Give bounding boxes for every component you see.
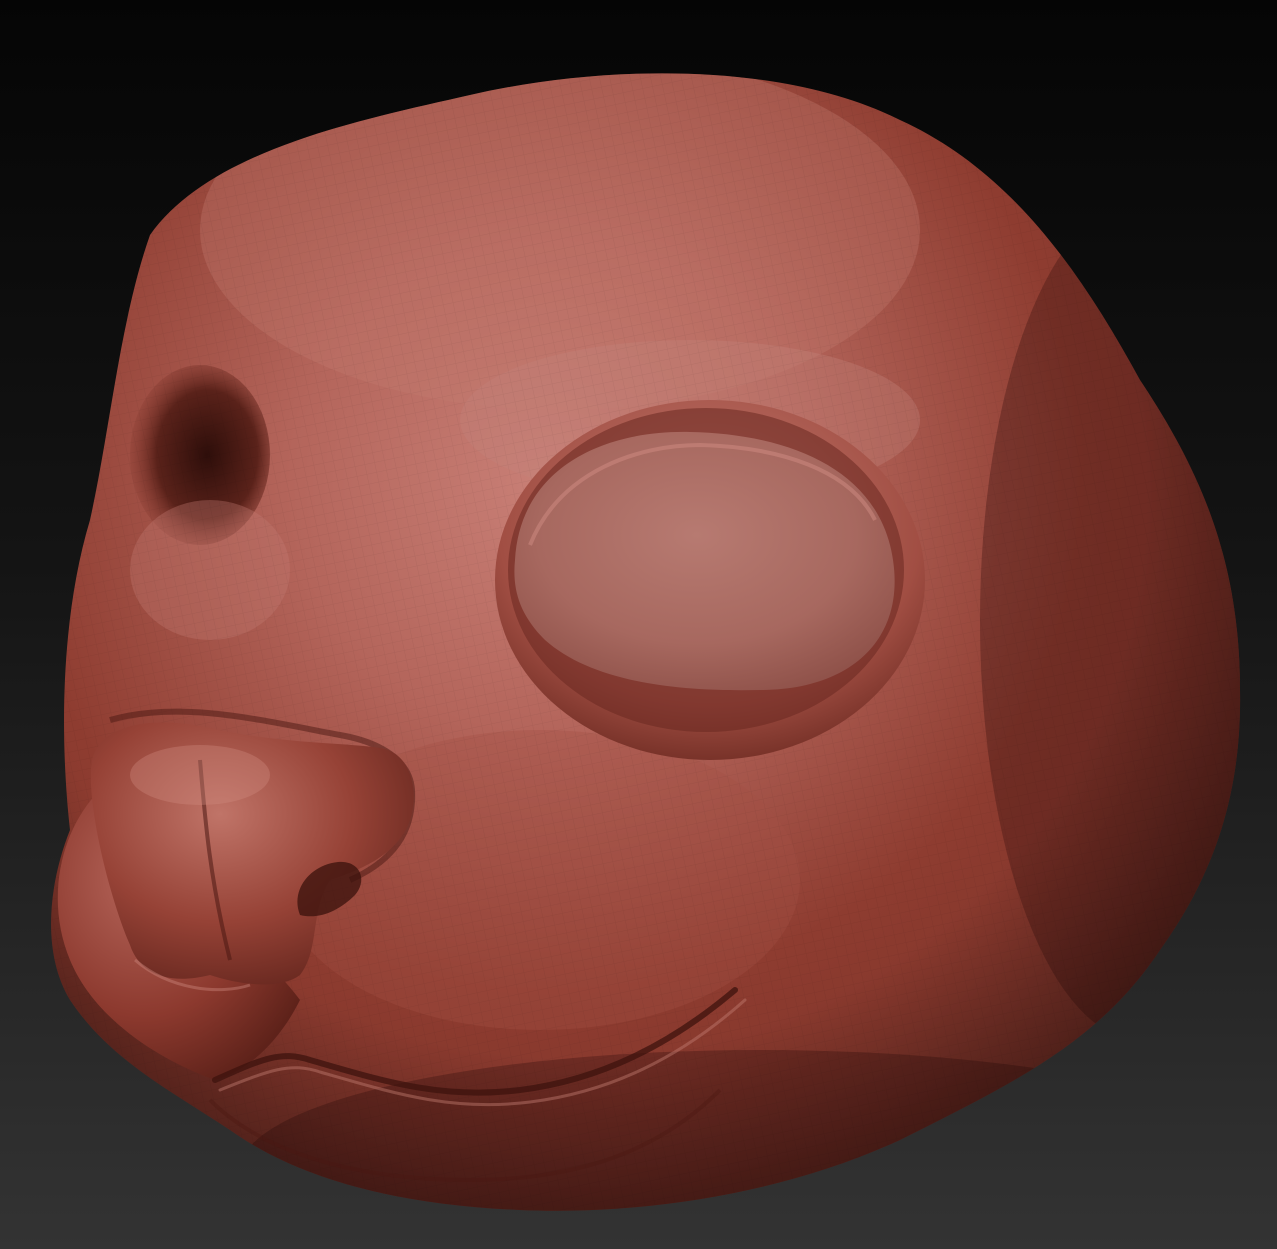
sculpt-viewport[interactable] xyxy=(0,0,1277,1249)
eye-socket[interactable] xyxy=(495,400,925,760)
viewport-canvas xyxy=(0,0,1277,1249)
